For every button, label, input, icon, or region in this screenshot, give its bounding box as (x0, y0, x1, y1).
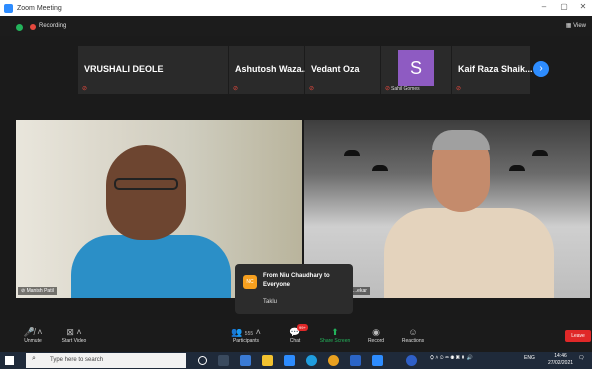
taskbar-app-icon[interactable] (406, 355, 417, 366)
participant-name: VRUSHALI DEOLE (84, 64, 164, 74)
reactions-icon: ☺ (408, 327, 418, 337)
view-label: View (573, 23, 586, 29)
reactions-label: Reactions (401, 338, 425, 344)
notifications-icon[interactable]: 🗨 (578, 355, 584, 361)
start-video-button[interactable]: ⊠ ˄ Start Video (56, 326, 92, 344)
clock-date: 27/02/2021 (548, 360, 574, 366)
zoom-app-icon (4, 3, 13, 13)
participant-tile[interactable]: Vedant Oza ⊘ (305, 46, 380, 94)
file-explorer-icon[interactable] (262, 355, 273, 366)
lamp-shape (372, 165, 388, 171)
participant-name: Sahil Gomes (391, 86, 420, 92)
video-off-icon: ⊠ ˄ (66, 327, 82, 337)
chat-label: Chat (289, 338, 301, 344)
participant-video-head (106, 145, 186, 240)
participants-icon: 👥 555 ˄ (231, 327, 261, 337)
taskbar-app-icon[interactable] (284, 355, 295, 366)
share-screen-icon: ⬆ (331, 327, 339, 337)
view-button[interactable]: ▦ View (566, 22, 586, 29)
chat-sender-line: From Niu Chaudhary to Everyone (263, 273, 330, 288)
participant-tile[interactable]: Kaif Raza Shaik... ⊘ (452, 46, 533, 94)
participant-name: Ashutosh Waza... (235, 64, 310, 74)
language-indicator[interactable]: ENG (524, 355, 535, 361)
participant-tile[interactable]: VRUSHALI DEOLE ⊘ (78, 46, 228, 94)
lamp-shape (344, 150, 360, 156)
taskbar-clock[interactable]: 14:46 27/02/2021 (548, 353, 573, 367)
search-placeholder: Type here to search (50, 357, 104, 363)
taskbar-search-input[interactable]: ⌕ Type here to search (26, 353, 186, 368)
participant-name: Vedant Oza (311, 64, 360, 74)
window-title: Zoom Meeting (17, 4, 62, 12)
participants-button[interactable]: 👥 555 ˄ Participants (228, 326, 264, 344)
leave-button[interactable]: Leave (565, 330, 591, 342)
lamp-shape (532, 150, 548, 156)
record-label: Record (367, 338, 385, 344)
task-view-icon[interactable] (218, 355, 229, 366)
windows-start-icon[interactable] (5, 356, 14, 365)
close-button[interactable]: ✕ (577, 2, 589, 11)
sender-avatar: NC (243, 275, 257, 289)
chat-message-text: Taklu (263, 299, 278, 305)
video-name-text: Manish Patil (26, 288, 54, 294)
chat-notification-popup[interactable]: NC From Niu Chaudhary to Everyone Taklu (235, 264, 353, 314)
participant-video-body (71, 235, 231, 298)
edge-icon[interactable] (306, 355, 317, 366)
chat-unread-badge: 99+ (297, 324, 308, 331)
reactions-button[interactable]: ☺ Reactions (398, 326, 428, 344)
next-page-arrow-icon[interactable]: › (533, 61, 549, 77)
participant-tile[interactable]: Ashutosh Waza... ⊘ (229, 46, 309, 94)
mic-muted-icon: ⊘ (456, 86, 462, 92)
glasses-shape (114, 178, 178, 190)
participant-name: Kaif Raza Shaik... (458, 64, 533, 74)
meeting-info-bar (0, 16, 592, 36)
unmute-button[interactable]: 🎤̸ ˄ Unmute (20, 326, 46, 344)
maximize-button[interactable]: ▢ (558, 2, 570, 11)
unmute-label: Unmute (24, 338, 42, 344)
participant-avatar: S (398, 50, 434, 86)
mic-muted-icon: ⊘ (233, 86, 239, 92)
record-button[interactable]: ◉ Record (364, 326, 388, 344)
taskbar-app-icon[interactable] (240, 355, 251, 366)
taskbar-app-icon[interactable] (350, 355, 361, 366)
minimize-button[interactable]: – (538, 2, 550, 11)
encryption-shield-icon[interactable] (16, 24, 23, 31)
search-icon: ⌕ (32, 355, 36, 362)
participants-count: 555 (244, 331, 254, 337)
start-video-label: Start Video (61, 338, 87, 344)
recording-dot-icon (30, 24, 36, 30)
zoom-taskbar-icon[interactable] (372, 355, 383, 366)
participant-video-body (384, 208, 554, 298)
clock-time: 14:46 (554, 353, 567, 359)
window-titlebar: Zoom Meeting (0, 0, 592, 16)
mic-muted-icon: 🎤̸ ˄ (23, 327, 43, 337)
recording-label: Recording (39, 23, 67, 29)
share-screen-button[interactable]: ⬆ Share Screen (317, 326, 353, 344)
share-screen-label: Share Screen (319, 338, 351, 344)
mic-muted-icon: ⊘ (309, 86, 315, 92)
mic-muted-icon: ⊘ (385, 86, 391, 92)
participant-video-hair (432, 130, 490, 150)
video-name-label: ⊘ Manish Patil (18, 287, 57, 295)
tray-icons[interactable]: ⛭ ˄ ⊙ ▭ ◉ ▣ ▮ 🔊 (430, 355, 473, 361)
chrome-icon[interactable] (328, 355, 339, 366)
mic-muted-icon: ⊘ (82, 86, 88, 92)
participants-label: Participants (232, 338, 260, 344)
lamp-shape (509, 165, 525, 171)
record-icon: ◉ (372, 327, 380, 337)
cortana-icon[interactable] (198, 356, 207, 365)
